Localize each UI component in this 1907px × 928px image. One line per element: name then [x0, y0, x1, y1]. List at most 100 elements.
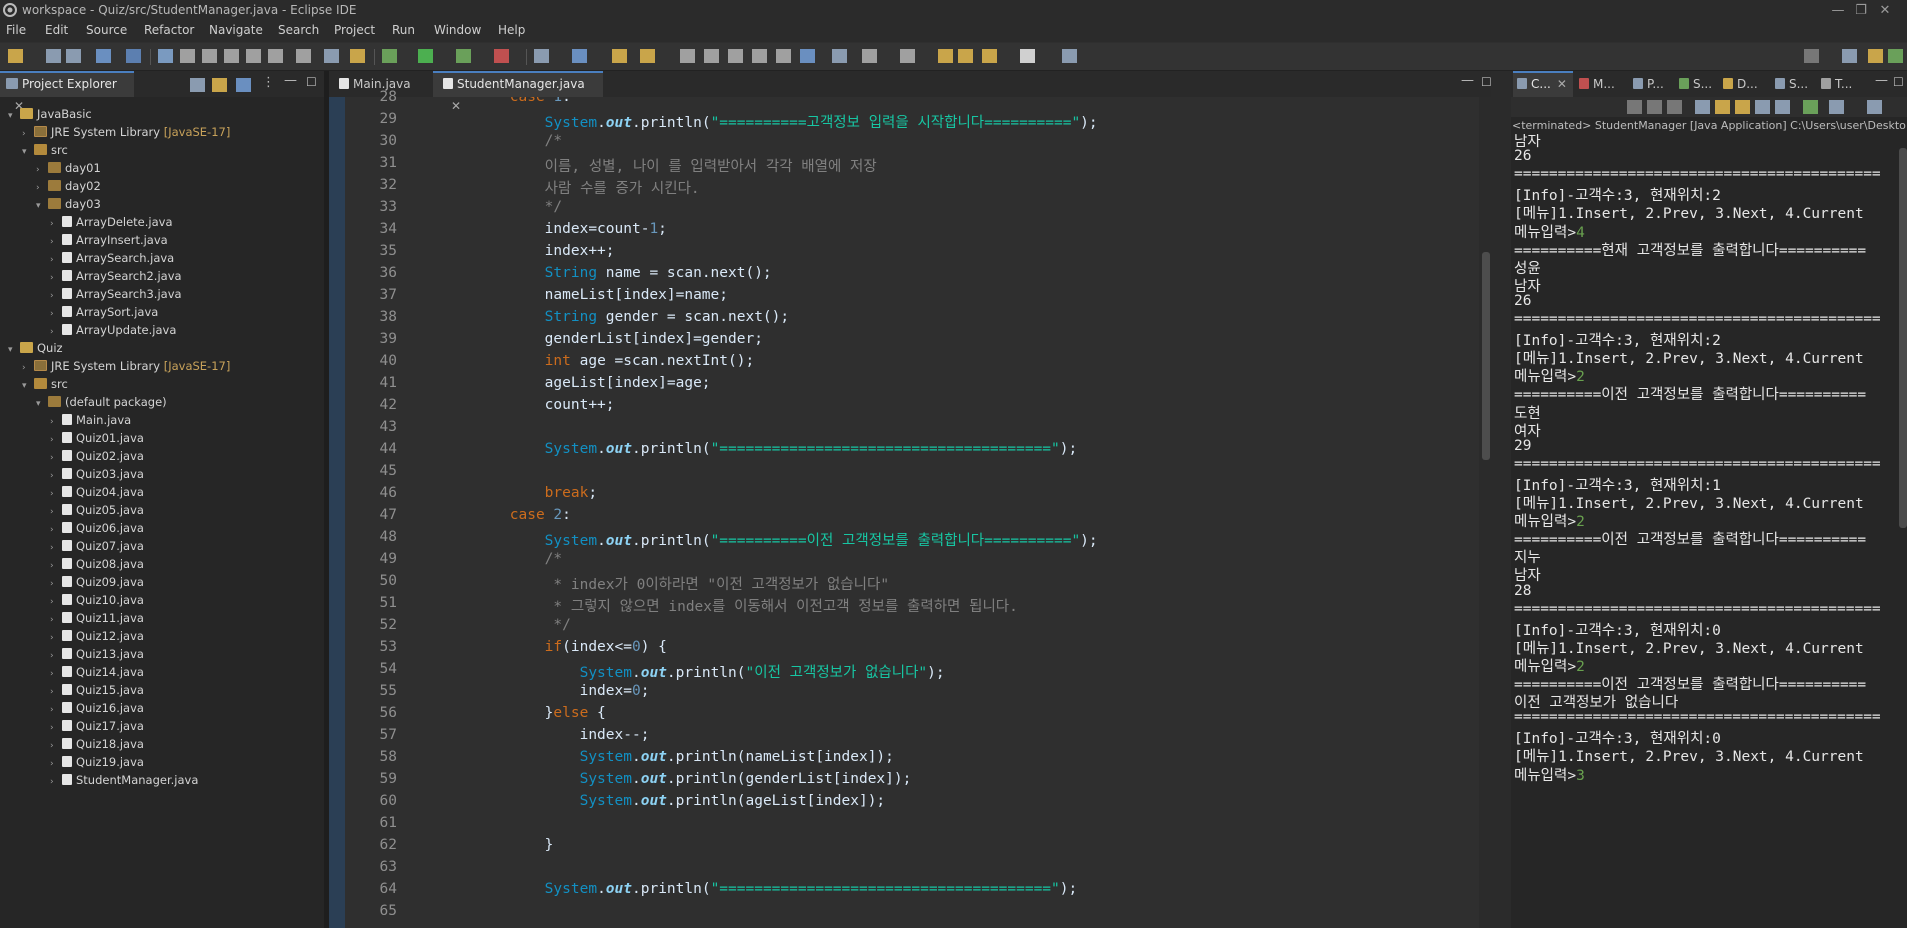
toolbar-overflow-icon[interactable]	[1062, 49, 1077, 63]
menu-help[interactable]: Help	[498, 23, 525, 37]
menu-source[interactable]: Source	[86, 23, 127, 37]
editor-vertical-scrollbar[interactable]	[1479, 97, 1491, 928]
tree-item[interactable]: › ArrayUpdate.java	[50, 321, 176, 339]
open-type-icon[interactable]	[612, 49, 627, 63]
tree-item[interactable]: › Main.java	[50, 411, 131, 429]
maximize-view-icon[interactable]: ☐	[306, 75, 317, 89]
view-menu-icon[interactable]: ⋮	[262, 75, 275, 90]
drop-frame-icon[interactable]	[296, 49, 311, 63]
tree-item[interactable]: › Quiz11.java	[50, 609, 144, 627]
debug-run-icon[interactable]	[382, 49, 397, 63]
resume-icon[interactable]	[158, 49, 173, 63]
minimize-console-icon[interactable]: —	[1875, 73, 1888, 88]
menu-refactor[interactable]: Refactor	[144, 23, 194, 37]
tree-item[interactable]: › Quiz03.java	[50, 465, 144, 483]
remove-launch-icon[interactable]	[1647, 100, 1662, 114]
tab-servers[interactable]: S...	[1679, 71, 1721, 97]
expanded-arrow-icon[interactable]: ▾	[22, 143, 34, 161]
expanded-arrow-icon[interactable]: ▾	[22, 377, 34, 395]
last-edit-icon[interactable]	[938, 49, 953, 63]
tree-item[interactable]: › Quiz05.java	[50, 501, 144, 519]
tree-item[interactable]: › ArrayInsert.java	[50, 231, 168, 249]
open-console-icon[interactable]	[324, 49, 339, 63]
filter-icon[interactable]	[236, 78, 251, 92]
search-icon[interactable]	[1804, 49, 1819, 63]
debug-perspective-icon[interactable]	[1888, 49, 1903, 63]
skip-breakpoints-icon[interactable]	[350, 49, 365, 63]
web-browser-icon[interactable]	[800, 49, 815, 63]
tree-item[interactable]: › Quiz14.java	[50, 663, 144, 681]
save-icon[interactable]	[46, 49, 61, 63]
tab-studentmanager-java[interactable]: StudentManager.java ✕	[433, 71, 603, 113]
tree-item[interactable]: › ArrayDelete.java	[50, 213, 173, 231]
stop-icon[interactable]	[202, 49, 217, 63]
tab-markers[interactable]: M...	[1579, 71, 1621, 97]
right-splitter[interactable]	[1491, 71, 1511, 928]
tree-item[interactable]: › day01	[36, 159, 101, 177]
tree-item[interactable]: › Quiz02.java	[50, 447, 144, 465]
expanded-arrow-icon[interactable]: ▾	[8, 341, 20, 359]
tree-item[interactable]: › ArraySearch3.java	[50, 285, 182, 303]
pin-editor-icon[interactable]	[832, 49, 847, 63]
prev-annotation-icon[interactable]	[900, 49, 915, 63]
menu-edit[interactable]: Edit	[45, 23, 68, 37]
console-scroll-thumb[interactable]	[1899, 148, 1907, 528]
debug-icon[interactable]	[126, 49, 141, 63]
next-annotation-icon[interactable]	[862, 49, 877, 63]
open-console-dropdown-icon[interactable]	[1867, 100, 1882, 114]
annotation-icon[interactable]	[704, 49, 719, 63]
tree-item[interactable]: ▾ src	[22, 375, 68, 393]
close-tab-icon[interactable]: ✕	[1557, 77, 1567, 91]
expanded-arrow-icon[interactable]: ▾	[36, 395, 48, 413]
menu-search[interactable]: Search	[278, 23, 319, 37]
tree-item[interactable]: › Quiz01.java	[50, 429, 144, 447]
console-output[interactable]: 남자 26 ====================================…	[1514, 134, 1907, 928]
show-whitespace-icon[interactable]	[776, 49, 791, 63]
tree-item[interactable]: ▾ JavaBasic	[8, 105, 92, 123]
java-perspective-icon[interactable]	[1868, 49, 1883, 63]
back-icon[interactable]	[982, 49, 997, 63]
terminal-icon[interactable]	[96, 49, 111, 63]
scroll-lock-icon[interactable]	[1715, 100, 1730, 114]
forward-edit-icon[interactable]	[958, 49, 973, 63]
show-on-output-icon[interactable]	[1755, 100, 1770, 114]
tree-item[interactable]: › ArraySort.java	[50, 303, 158, 321]
tree-item[interactable]: › ArraySearch.java	[50, 249, 174, 267]
collapse-all-icon[interactable]	[190, 78, 205, 92]
tree-item[interactable]: ▾ (default package)	[36, 393, 167, 411]
new-java-project-icon[interactable]	[534, 49, 549, 63]
minimize-view-icon[interactable]: —	[284, 73, 297, 88]
tree-item[interactable]: › Quiz16.java	[50, 699, 144, 717]
tree-item[interactable]: › ArraySearch2.java	[50, 267, 182, 285]
word-wrap-icon[interactable]	[1735, 100, 1750, 114]
pin-console-icon[interactable]	[1803, 100, 1818, 114]
tree-item[interactable]: ▾ day03	[36, 195, 101, 213]
menu-file[interactable]: File	[6, 23, 26, 37]
link-with-editor-icon[interactable]	[212, 78, 227, 92]
expanded-arrow-icon[interactable]: ▾	[8, 107, 20, 125]
code-text-area[interactable]: case 1: System.out.println("==========고객…	[405, 97, 1485, 928]
display-console-icon[interactable]	[1829, 100, 1844, 114]
terminate-icon[interactable]	[1627, 100, 1642, 114]
clear-console-icon[interactable]	[1695, 100, 1710, 114]
coverage-icon[interactable]	[456, 49, 471, 63]
menu-window[interactable]: Window	[434, 23, 481, 37]
tab-snippets[interactable]: S...	[1775, 71, 1817, 97]
tree-item[interactable]: › Quiz15.java	[50, 681, 144, 699]
tree-item[interactable]: › Quiz08.java	[50, 555, 144, 573]
minimize-editor-icon[interactable]: —	[1461, 73, 1474, 88]
tab-terminal[interactable]: T...	[1821, 71, 1863, 97]
block-selection-icon[interactable]	[752, 49, 767, 63]
tree-item[interactable]: › Quiz18.java	[50, 735, 144, 753]
menu-run[interactable]: Run	[392, 23, 415, 37]
tree-item[interactable]: › Quiz12.java	[50, 627, 144, 645]
tree-item[interactable]: › Quiz07.java	[50, 537, 144, 555]
tab-console[interactable]: C... ✕	[1513, 71, 1573, 97]
tab-data-source[interactable]: D...	[1723, 71, 1765, 97]
tree-item[interactable]: › Quiz04.java	[50, 483, 144, 501]
tree-item[interactable]: › day02	[36, 177, 101, 195]
tree-item[interactable]: ▾ src	[22, 141, 68, 159]
tree-item[interactable]: › JRE System Library [JavaSE-17]	[22, 123, 230, 141]
tree-item[interactable]: › JRE System Library [JavaSE-17]	[22, 357, 230, 375]
tree-item[interactable]: › StudentManager.java	[50, 771, 198, 789]
